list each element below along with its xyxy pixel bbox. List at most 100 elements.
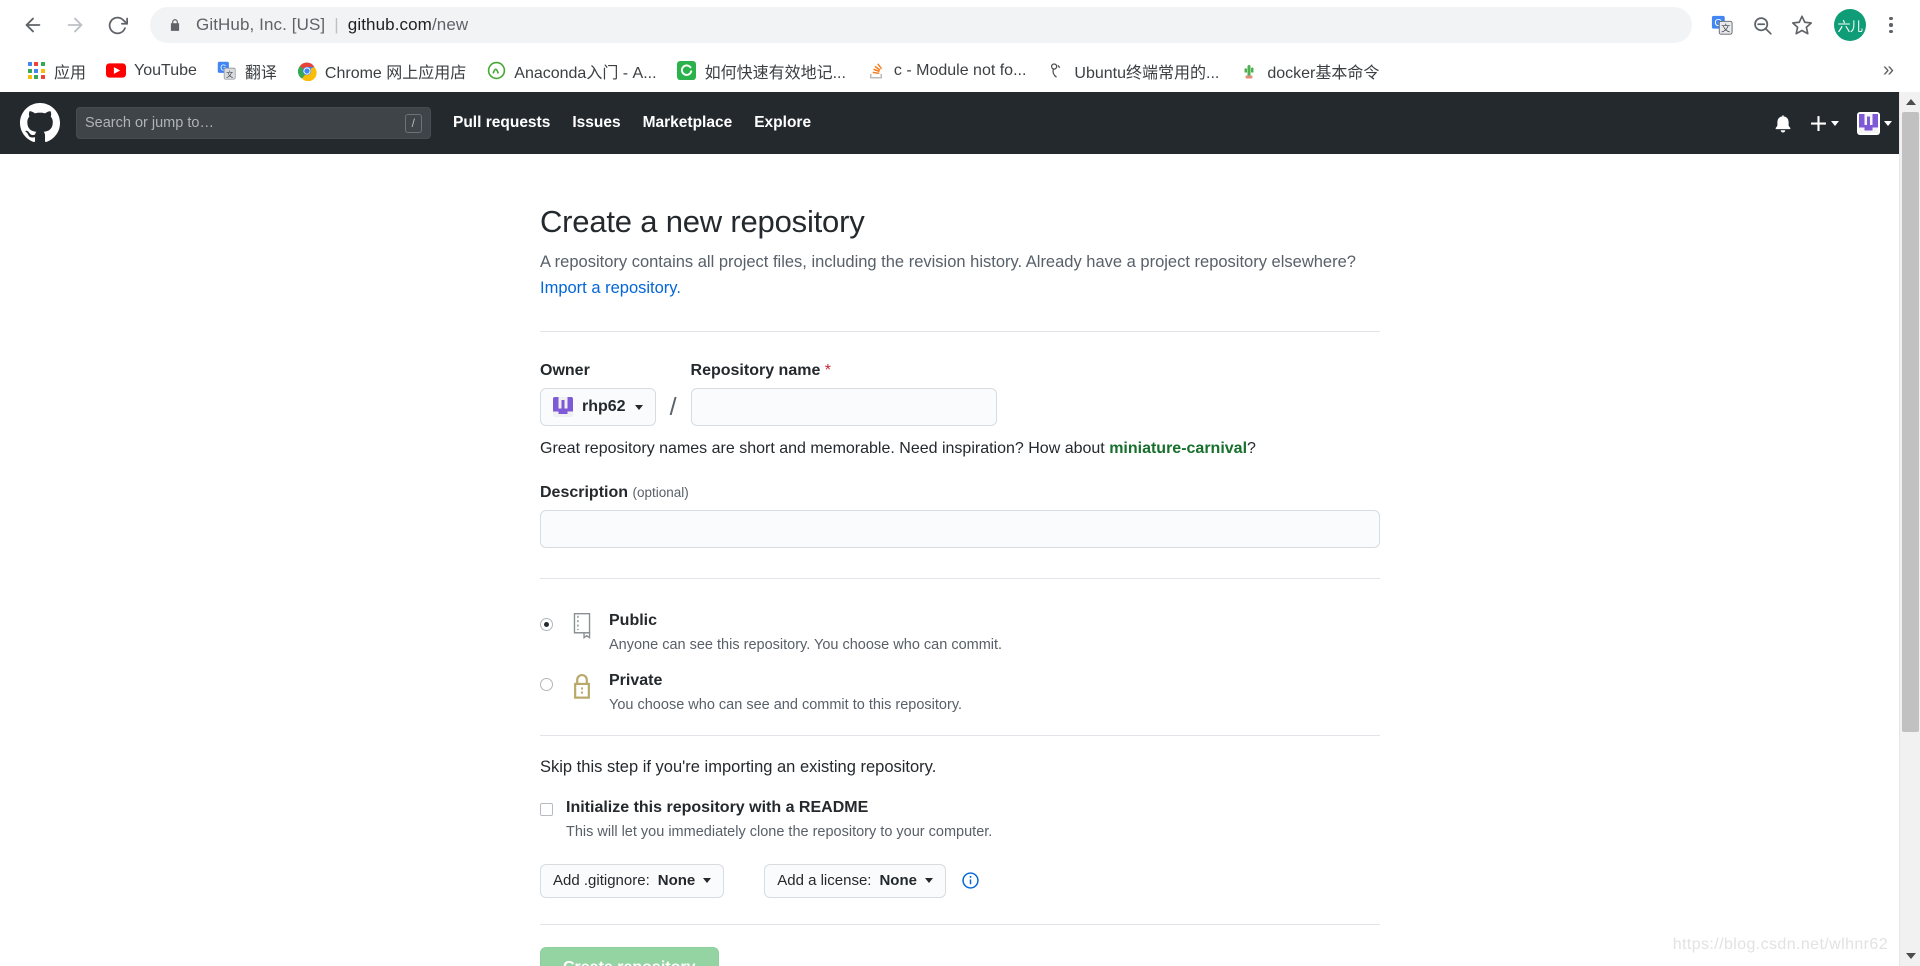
ubuntu-icon bbox=[1046, 61, 1066, 81]
scrollbar-up-arrow[interactable] bbox=[1900, 92, 1920, 112]
bookmark-youtube[interactable]: YouTube bbox=[96, 57, 207, 85]
bookmark-anaconda[interactable]: Anaconda入门 - A... bbox=[476, 55, 666, 87]
owner-field: Owner rhp62 bbox=[540, 362, 656, 427]
create-repository-button[interactable]: Create repository bbox=[540, 946, 719, 966]
scrollbar-down-arrow[interactable] bbox=[1900, 946, 1920, 966]
required-asterisk: * bbox=[824, 362, 832, 380]
nav-marketplace[interactable]: Marketplace bbox=[643, 114, 733, 132]
bell-icon[interactable] bbox=[1774, 114, 1792, 133]
kebab-menu-icon[interactable] bbox=[1876, 7, 1906, 43]
scrollbar-thumb[interactable] bbox=[1902, 112, 1919, 732]
bookmark-label: Anaconda入门 - A... bbox=[514, 64, 657, 82]
chevron-down-icon bbox=[634, 404, 643, 410]
gitignore-prefix: Add .gitignore: bbox=[553, 872, 650, 890]
github-search-box[interactable]: / bbox=[76, 107, 431, 139]
divider-top bbox=[540, 331, 1380, 333]
profile-avatar[interactable]: 六儿 bbox=[1834, 9, 1866, 41]
helper-suffix: ? bbox=[1247, 440, 1256, 458]
private-radio[interactable] bbox=[540, 677, 553, 691]
public-title: Public bbox=[609, 612, 658, 630]
visibility-option-public[interactable]: Public Anyone can see this repository. Y… bbox=[540, 611, 1380, 653]
repository-name-helper: Great repository names are short and mem… bbox=[540, 440, 1380, 458]
google-translate-icon: G文 bbox=[217, 61, 237, 81]
bookmark-docker[interactable]: docker基本命令 bbox=[1229, 55, 1389, 87]
new-repository-form: Create a new repository A repository con… bbox=[540, 154, 1380, 966]
readme-option[interactable]: Initialize this repository with a README… bbox=[540, 799, 1380, 840]
owner-select[interactable]: rhp62 bbox=[540, 388, 656, 427]
skip-step-note: Skip this step if you're importing an ex… bbox=[540, 757, 937, 776]
browser-toolbar: GitHub, Inc. [US] | github.com/new G文 六儿 bbox=[0, 0, 1920, 50]
bookmark-chrome-webstore[interactable]: Chrome 网上应用店 bbox=[287, 55, 476, 87]
address-host: github.com bbox=[347, 15, 432, 34]
description-input[interactable] bbox=[540, 510, 1380, 549]
github-mark-icon[interactable] bbox=[20, 103, 60, 143]
private-title: Private bbox=[609, 671, 663, 689]
bookmarks-overflow-button[interactable]: » bbox=[1873, 59, 1904, 82]
reload-button[interactable] bbox=[98, 6, 136, 44]
repository-name-field: Repository name * bbox=[690, 362, 997, 427]
bookmark-label: 应用 bbox=[54, 64, 87, 82]
address-separator: | bbox=[334, 15, 339, 34]
address-bar[interactable]: GitHub, Inc. [US] | github.com/new bbox=[150, 7, 1692, 43]
readme-text: Initialize this repository with a README… bbox=[566, 799, 992, 840]
description-label: Description (optional) bbox=[540, 484, 1380, 502]
info-icon[interactable] bbox=[962, 872, 979, 889]
stackoverflow-icon bbox=[866, 61, 886, 81]
chevron-down-icon bbox=[1831, 120, 1839, 126]
green-c-icon bbox=[677, 61, 697, 81]
owner-value: rhp62 bbox=[582, 398, 626, 416]
license-dropdown[interactable]: Add a license: None bbox=[764, 863, 946, 898]
nav-issues[interactable]: Issues bbox=[572, 114, 620, 132]
bookmark-note-tips[interactable]: 如何快速有效地记... bbox=[667, 55, 856, 87]
repo-book-icon bbox=[567, 611, 597, 640]
svg-text:文: 文 bbox=[1721, 22, 1730, 33]
zoom-out-icon[interactable] bbox=[1744, 7, 1780, 43]
svg-text:文: 文 bbox=[226, 70, 233, 79]
bookmark-label: Chrome 网上应用店 bbox=[324, 64, 467, 82]
divider-visibility bbox=[540, 734, 1380, 736]
repository-name-suggestion[interactable]: miniature-carnival bbox=[1109, 440, 1247, 457]
nav-pull-requests[interactable]: Pull requests bbox=[453, 114, 550, 132]
repository-name-input[interactable] bbox=[690, 388, 997, 427]
translate-icon[interactable]: G文 bbox=[1704, 7, 1740, 43]
bookmark-label: c - Module not fo... bbox=[893, 61, 1027, 79]
visibility-section: Public Anyone can see this repository. Y… bbox=[540, 611, 1380, 713]
github-primary-nav: Pull requests Issues Marketplace Explore bbox=[453, 114, 811, 132]
apps-grid-icon bbox=[26, 61, 46, 81]
bookmark-translate[interactable]: G文 翻译 bbox=[207, 55, 287, 87]
search-input[interactable] bbox=[85, 115, 405, 131]
visibility-option-private[interactable]: Private You choose who can see and commi… bbox=[540, 671, 1380, 713]
page-title: Create a new repository bbox=[540, 204, 865, 239]
bookmark-ubuntu[interactable]: Ubuntu终端常用的... bbox=[1036, 55, 1229, 87]
bookmark-apps[interactable]: 应用 bbox=[16, 55, 96, 87]
back-button[interactable] bbox=[14, 6, 52, 44]
chevron-down-icon bbox=[703, 878, 712, 884]
lock-icon bbox=[567, 671, 597, 699]
youtube-icon bbox=[106, 61, 127, 81]
scrollbar-track[interactable] bbox=[1899, 92, 1920, 966]
description-label-text: Description bbox=[540, 484, 629, 502]
bookmark-star-icon[interactable] bbox=[1784, 7, 1820, 43]
import-repository-link[interactable]: Import a repository. bbox=[540, 279, 681, 297]
readme-checkbox[interactable] bbox=[540, 802, 553, 816]
forward-button[interactable] bbox=[56, 6, 94, 44]
watermark: https://blog.csdn.net/wlhnr62 bbox=[1672, 936, 1888, 953]
bookmark-label: YouTube bbox=[134, 61, 197, 79]
readme-title: Initialize this repository with a README bbox=[566, 798, 869, 816]
bookmark-stackoverflow[interactable]: c - Module not fo... bbox=[856, 57, 1037, 85]
chevron-down-icon bbox=[1884, 120, 1892, 126]
public-radio[interactable] bbox=[540, 618, 553, 632]
nav-explore[interactable]: Explore bbox=[754, 114, 811, 132]
private-description: You choose who can see and commit to thi… bbox=[609, 696, 963, 713]
chevron-down-icon bbox=[924, 878, 933, 884]
page-scrollbar[interactable] bbox=[1899, 92, 1920, 966]
owner-label: Owner bbox=[540, 362, 590, 380]
slash-shortcut-hint: / bbox=[404, 113, 422, 133]
page-subtitle: A repository contains all project files,… bbox=[540, 250, 1380, 301]
account-menu-button[interactable] bbox=[1857, 111, 1892, 135]
site-security-label: GitHub, Inc. [US] bbox=[196, 15, 326, 34]
bookmark-label: docker基本命令 bbox=[1267, 64, 1380, 82]
helper-prefix: Great repository names are short and mem… bbox=[540, 440, 1110, 458]
gitignore-dropdown[interactable]: Add .gitignore: None bbox=[540, 863, 725, 898]
create-new-button[interactable] bbox=[1810, 115, 1839, 132]
